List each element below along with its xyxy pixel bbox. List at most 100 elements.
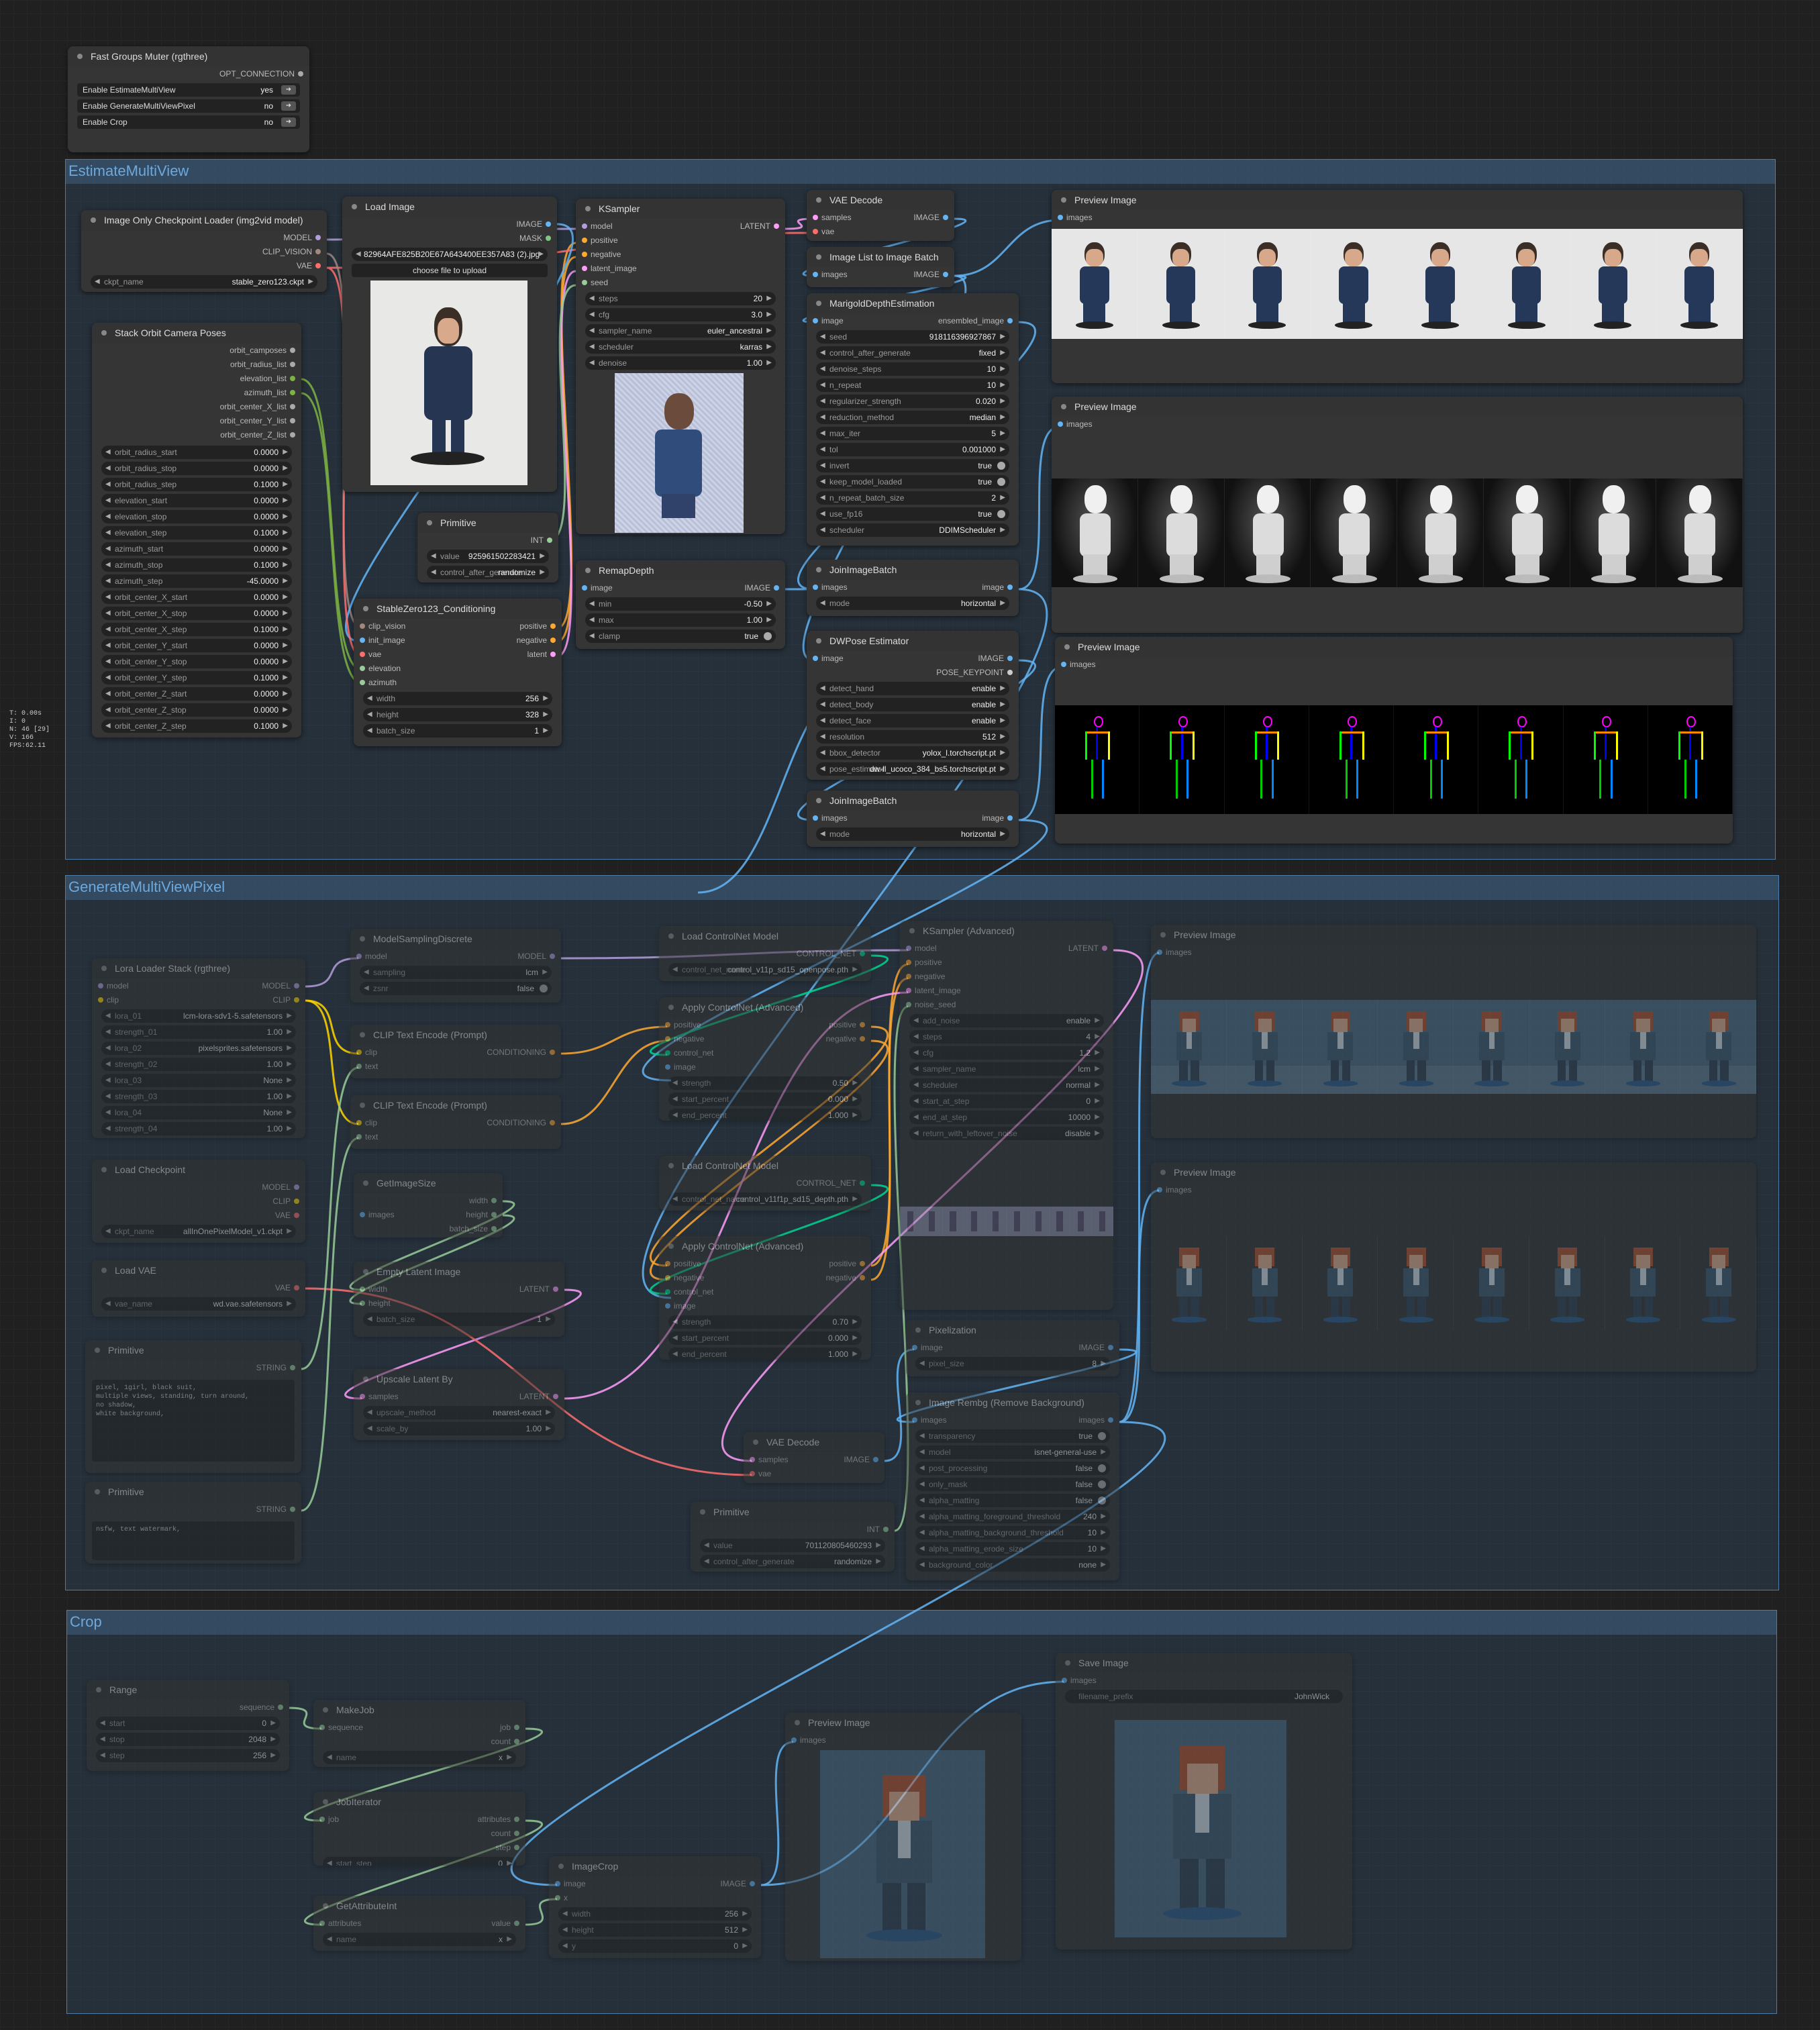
output-positive[interactable]: positive <box>829 1257 865 1270</box>
output-control-net[interactable]: CONTROL_NET <box>797 1176 866 1190</box>
widget-scheduler[interactable]: scheduler DDIMScheduler <box>816 523 1009 537</box>
output-orbit-camposes[interactable]: orbit_camposes <box>230 344 295 357</box>
output-latent[interactable]: latent <box>527 648 556 661</box>
widget-end-at-step[interactable]: end_at_step 10000 <box>909 1111 1104 1124</box>
node-title[interactable]: ImageCrop <box>549 1856 761 1876</box>
widget-pixel-size[interactable]: pixel_size 8 <box>915 1357 1110 1370</box>
widget-stop[interactable]: stop 2048 <box>96 1733 280 1746</box>
widget-steps[interactable]: steps 20 <box>585 292 776 305</box>
widget-pose-estimator[interactable]: pose_estimatordw-ll_ucoco_384_bs5.torchs… <box>816 762 1009 776</box>
input-clip-vision[interactable]: clip_vision <box>359 619 405 633</box>
input-images[interactable]: images <box>1058 417 1093 431</box>
input-images[interactable]: images <box>813 811 848 825</box>
node-title[interactable]: Apply ControlNet (Advanced) <box>659 997 871 1017</box>
node-jobiterator[interactable]: JobIterator job attributes count step sta… <box>313 1792 525 1866</box>
node-title[interactable]: Image Rembg (Remove Background) <box>906 1392 1119 1413</box>
widget-ckpt-name[interactable]: ckpt_name stable_zero123.ckpt <box>91 275 317 289</box>
toggle-knob[interactable] <box>1098 1496 1106 1505</box>
node-preview-image-5[interactable]: Preview Image images <box>1151 1162 1756 1372</box>
input-attributes[interactable]: attributes <box>319 1917 361 1930</box>
widget-control-after-generate[interactable]: control_after_generaterandomize <box>427 566 549 579</box>
node-title[interactable]: Primitive <box>85 1482 301 1502</box>
output-negative[interactable]: negative <box>517 633 556 647</box>
widget-scheduler[interactable]: scheduler normal <box>909 1078 1104 1092</box>
node-title[interactable]: Image List to Image Batch <box>807 247 954 267</box>
widget-value[interactable]: value 925961502283421 <box>427 550 549 563</box>
widget-cfg[interactable]: cfg 1.2 <box>909 1046 1104 1060</box>
node-stablezero123-conditioning[interactable]: StableZero123_Conditioning clip_vision po… <box>354 599 562 746</box>
node-title[interactable]: Primitive <box>85 1340 301 1360</box>
widget-orbit-radius-stop[interactable]: orbit_radius_stop 0.0000 <box>101 462 292 475</box>
widget-start-percent[interactable]: start_percent 0.000 <box>668 1093 862 1106</box>
input-elevation[interactable]: elevation <box>359 662 401 675</box>
muter-row[interactable]: Enable EstimateMultiView yes ➜ <box>77 83 300 97</box>
widget-invert[interactable]: invert true <box>816 459 1009 472</box>
widget-model[interactable]: model isnet-general-use <box>915 1445 1110 1459</box>
output-step[interactable]: step <box>495 1841 519 1854</box>
input-images[interactable]: images <box>813 268 848 281</box>
node-primitive-noise-seed[interactable]: Primitive INT value 701120805460293 contr… <box>691 1502 895 1572</box>
widget-filename-prefix[interactable]: filename_prefix JohnWick <box>1065 1690 1343 1703</box>
widget-tol[interactable]: tol 0.001000 <box>816 443 1009 456</box>
input-image[interactable]: image <box>813 314 844 327</box>
output-image[interactable]: IMAGE <box>913 211 948 224</box>
output-clip-vision[interactable]: CLIP_VISION <box>262 245 321 258</box>
widget-max[interactable]: max 1.00 <box>585 613 776 627</box>
output-orbit-center-x-list[interactable]: orbit_center_X_list <box>220 400 296 413</box>
node-title[interactable]: Fast Groups Muter (rgthree) <box>68 46 309 66</box>
input-sequence[interactable]: sequence <box>319 1721 363 1734</box>
widget-cfg[interactable]: cfg 3.0 <box>585 308 776 321</box>
node-title[interactable]: Load VAE <box>92 1260 305 1280</box>
node-get-attribute-int[interactable]: GetAttributeInt attributes value name x <box>313 1896 525 1951</box>
input-job[interactable]: job <box>319 1813 339 1826</box>
input-latent-image[interactable]: latent_image <box>906 984 961 997</box>
input-images[interactable]: images <box>813 580 848 594</box>
input-positive[interactable]: positive <box>665 1257 701 1270</box>
widget-steps[interactable]: steps 4 <box>909 1030 1104 1044</box>
output-image[interactable]: IMAGE <box>744 581 779 595</box>
widget-clamp[interactable]: clamp true <box>585 629 776 643</box>
widget-orbit-center-y-start[interactable]: orbit_center_Y_start 0.0000 <box>101 639 292 652</box>
node-title[interactable]: Load ControlNet Model <box>659 1156 871 1176</box>
output-model[interactable]: MODEL <box>262 979 299 993</box>
node-stack-orbit-camera[interactable]: Stack Orbit Camera Poses orbit_camposes o… <box>92 323 301 738</box>
widget-detect-body[interactable]: detect_body enable <box>816 698 1009 711</box>
widget-y[interactable]: y0 <box>558 1939 752 1953</box>
node-title[interactable]: GetAttributeInt <box>313 1896 525 1916</box>
node-title[interactable]: ModelSamplingDiscrete <box>350 929 561 949</box>
output-attributes[interactable]: attributes <box>478 1813 520 1826</box>
muter-row[interactable]: Enable GenerateMultiViewPixel no ➜ <box>77 99 300 113</box>
node-title[interactable]: JoinImageBatch <box>807 560 1019 580</box>
node-model-sampling-discrete[interactable]: ModelSamplingDiscrete model MODEL samplin… <box>350 929 561 1003</box>
input-image[interactable]: image <box>912 1341 943 1354</box>
node-empty-latent-image[interactable]: Empty Latent Image width LATENT height ba… <box>354 1262 564 1337</box>
widget-azimuth-step[interactable]: azimuth_step -45.0000 <box>101 574 292 588</box>
widget-detect-face[interactable]: detect_face enable <box>816 714 1009 727</box>
input-latent-image[interactable]: latent_image <box>582 262 637 275</box>
widget-detect-hand[interactable]: detect_hand enable <box>816 682 1009 695</box>
widget-upscale-method[interactable]: upscale_method nearest-exact <box>363 1406 555 1419</box>
node-remap-depth[interactable]: RemapDepth image IMAGE min -0.50 max 1.00 c… <box>576 560 785 649</box>
widget-strength-03[interactable]: strength_03 1.00 <box>101 1090 296 1103</box>
node-join-image-batch-1[interactable]: JoinImageBatch images image mode horizonta… <box>807 560 1019 616</box>
widget-sampler-name[interactable]: sampler_name euler_ancestral <box>585 324 776 338</box>
widget-strength[interactable]: strength 0.50 <box>668 1076 862 1090</box>
input-model[interactable]: model <box>98 979 129 993</box>
output-orbit-radius-list[interactable]: orbit_radius_list <box>230 358 296 371</box>
output-image[interactable]: IMAGE <box>1078 1341 1113 1354</box>
node-title[interactable]: StableZero123_Conditioning <box>354 599 562 619</box>
widget-lora-03[interactable]: lora_03 None <box>101 1074 296 1087</box>
input-positive[interactable]: positive <box>582 234 618 247</box>
widget-elevation-stop[interactable]: elevation_stop 0.0000 <box>101 510 292 523</box>
widget-sampler-name[interactable]: sampler_name lcm <box>909 1062 1104 1076</box>
output-opt-connection[interactable]: OPT_CONNECTION <box>219 67 304 81</box>
input-seed[interactable]: seed <box>581 276 608 289</box>
node-vae-decode-2[interactable]: VAE Decode samples IMAGE vae <box>744 1432 884 1483</box>
node-clip-text-encode-negative[interactable]: CLIP Text Encode (Prompt) clip CONDITIONI… <box>350 1095 561 1149</box>
widget-elevation-step[interactable]: elevation_step 0.1000 <box>101 526 292 540</box>
toggle-knob[interactable] <box>1098 1464 1106 1472</box>
node-title[interactable]: CLIP Text Encode (Prompt) <box>350 1025 561 1045</box>
widget-alpha-matting-foreground-threshold[interactable]: alpha_matting_foreground_threshold 240 <box>915 1510 1110 1523</box>
widget-orbit-center-y-stop[interactable]: orbit_center_Y_stop 0.0000 <box>101 655 292 668</box>
group-title[interactable]: EstimateMultiView <box>66 160 1775 184</box>
